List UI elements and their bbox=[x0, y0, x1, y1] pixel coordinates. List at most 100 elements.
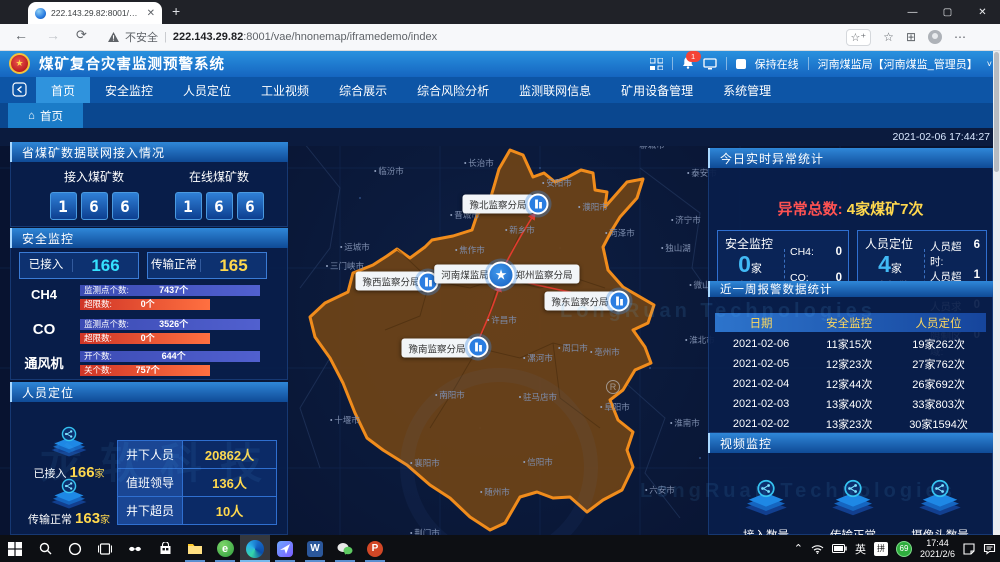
chevron-down-icon[interactable]: ˅ bbox=[987, 59, 992, 69]
keep-online-checkbox[interactable] bbox=[736, 59, 746, 69]
taskbar-word-icon[interactable]: W bbox=[300, 535, 330, 562]
city-label: 亳州市 bbox=[590, 346, 620, 358]
qr-code-icon[interactable] bbox=[650, 58, 663, 70]
box-title: 人员定位 bbox=[865, 235, 913, 252]
collections-icon[interactable]: ⊞ bbox=[906, 30, 916, 44]
tray-expand-icon[interactable]: ⌃ bbox=[794, 542, 803, 555]
back-button[interactable]: ← bbox=[14, 27, 28, 43]
taskbar-task-view-icon[interactable] bbox=[90, 535, 120, 562]
taskbar-file-explorer-icon[interactable] bbox=[180, 535, 210, 562]
branch-marker-icon[interactable] bbox=[528, 194, 549, 215]
table-row: 井下人员20862人 bbox=[118, 441, 277, 469]
row-value: 10人 bbox=[183, 497, 277, 525]
battery-icon[interactable] bbox=[832, 544, 847, 553]
nav-item-综合展示[interactable]: 综合展示 bbox=[324, 77, 402, 103]
city-label: 淮南市 bbox=[670, 417, 700, 429]
browser-tab[interactable]: 222.143.29.82:8001/vae/hnonem ✕ bbox=[28, 2, 162, 24]
week-cell: 2021-02-05 bbox=[715, 358, 807, 370]
taskbar-cortana-icon[interactable] bbox=[60, 535, 90, 562]
week-cell: 13家40次 bbox=[807, 396, 891, 412]
taskbar-stream-app-icon[interactable] bbox=[270, 535, 300, 562]
not-secure-icon bbox=[108, 32, 119, 42]
notification-center-icon[interactable] bbox=[983, 543, 996, 555]
week-col-header: 日期 bbox=[715, 315, 807, 331]
tab-title: 222.143.29.82:8001/vae/hnonem bbox=[51, 8, 142, 18]
taskbar-wechat-icon[interactable] bbox=[330, 535, 360, 562]
week-col-header: 人员定位 bbox=[891, 315, 986, 331]
more-menu-icon[interactable]: ⋯ bbox=[954, 30, 966, 44]
notification-bell-icon[interactable]: 1 bbox=[682, 56, 694, 72]
window-close-button[interactable]: ✕ bbox=[965, 0, 1000, 24]
stat-bar-CO-0: 监测点个数:3526个 bbox=[80, 319, 260, 330]
counter-digit: 6 bbox=[81, 192, 108, 220]
city-label: 运城市 bbox=[340, 241, 370, 253]
new-tab-button[interactable]: + bbox=[172, 3, 180, 19]
week-cell: 12家44次 bbox=[807, 376, 891, 392]
branch-marker-icon[interactable] bbox=[609, 291, 630, 312]
stat-label: 已接入 bbox=[20, 259, 73, 272]
counter-digit: 1 bbox=[175, 192, 202, 220]
profile-avatar[interactable] bbox=[928, 30, 942, 44]
user-label[interactable]: 河南煤监局【河南煤监_管理员】 bbox=[818, 56, 978, 72]
week-cell: 19家262次 bbox=[891, 336, 986, 352]
window-minimize-button[interactable]: — bbox=[895, 0, 930, 24]
city-label: 济宁市 bbox=[671, 214, 701, 226]
add-favorite-icon[interactable]: ☆⁺ bbox=[846, 29, 872, 46]
taskbar-clock[interactable]: 17:442021/2/6 bbox=[920, 538, 955, 560]
taskbar-store-icon[interactable] bbox=[150, 535, 180, 562]
dashboard: 临汾市长治市聊城市泰安市安阳市濮阳市济宁市菏泽市独山湖晋城市新乡市焦作市运城市三… bbox=[0, 128, 1000, 535]
city-label: 阜阳市 bbox=[600, 401, 630, 413]
nav-back-icon[interactable] bbox=[12, 82, 27, 97]
panel-today-abnormal: 今日实时异常统计 异常总数: 4家煤矿7次 安全监控0家0次超限CH4:0CO:… bbox=[708, 148, 993, 281]
nav-item-首页[interactable]: 首页 bbox=[36, 77, 90, 103]
taskbar-powerpoint-icon[interactable]: P bbox=[360, 535, 390, 562]
wifi-icon[interactable] bbox=[811, 544, 824, 554]
nav-item-矿用设备管理[interactable]: 矿用设备管理 bbox=[606, 77, 708, 103]
stat-bar-通风机-0: 开个数:644个 bbox=[80, 351, 260, 362]
week-table-header: 日期安全监控人员定位 bbox=[715, 313, 986, 332]
forward-button[interactable]: → bbox=[46, 27, 60, 43]
nav-item-安全监控[interactable]: 安全监控 bbox=[90, 77, 168, 103]
monitor-icon[interactable] bbox=[703, 58, 717, 70]
scrollbar-thumb[interactable] bbox=[994, 52, 999, 172]
counter-digit: 6 bbox=[237, 192, 264, 220]
video-stat-2: 摄像头数量1579路 bbox=[897, 479, 983, 535]
counter-digit: 1 bbox=[50, 192, 77, 220]
nav-item-工业视频[interactable]: 工业视频 bbox=[246, 77, 324, 103]
window-maximize-button[interactable]: ▢ bbox=[930, 0, 965, 24]
page-tab-bar: ⌂ 首页 bbox=[0, 103, 1000, 128]
browser-tabstrip: 222.143.29.82:8001/vae/hnonem ✕ + — ▢ ✕ bbox=[0, 0, 1000, 24]
week-row: 2021-02-0313家40次33家803次 bbox=[715, 394, 986, 414]
city-label: 南阳市 bbox=[435, 389, 465, 401]
taskbar-search-icon[interactable] bbox=[30, 535, 60, 562]
ime-icon[interactable]: 拼 bbox=[874, 542, 888, 556]
tab-close-icon[interactable]: ✕ bbox=[147, 8, 155, 19]
favorites-icon[interactable]: ☆ bbox=[883, 30, 894, 44]
taskbar-green-browser-icon[interactable]: e bbox=[210, 535, 240, 562]
tab-home[interactable]: ⌂ 首页 bbox=[8, 103, 83, 128]
nav-item-综合风险分析[interactable]: 综合风险分析 bbox=[402, 77, 504, 103]
week-cell: 2021-02-02 bbox=[715, 418, 807, 430]
marker-label: 豫南监察分局 bbox=[401, 339, 472, 358]
table-row: 值班领导136人 bbox=[118, 469, 277, 497]
taskbar-start-icon[interactable] bbox=[0, 535, 30, 562]
address-bar[interactable]: 不安全 | 222.143.29.82:8001/vae/hnonemap/if… bbox=[108, 24, 437, 50]
branch-marker-icon[interactable] bbox=[468, 337, 489, 358]
nav-item-人员定位[interactable]: 人员定位 bbox=[168, 77, 246, 103]
tray-badge-69[interactable]: 69 bbox=[896, 541, 912, 557]
row-label: 值班领导 bbox=[118, 469, 183, 497]
nav-item-监测联网信息[interactable]: 监测联网信息 bbox=[504, 77, 606, 103]
nav-item-系统管理[interactable]: 系统管理 bbox=[708, 77, 786, 103]
sticky-note-icon[interactable] bbox=[963, 543, 975, 555]
week-cell: 13家23次 bbox=[807, 416, 891, 432]
refresh-button[interactable]: ⟳ bbox=[76, 27, 87, 43]
taskbar-pinwheel-app-icon[interactable] bbox=[120, 535, 150, 562]
panel-title: 省煤矿数据联网接入情况 bbox=[10, 142, 288, 162]
hq-star-marker-icon[interactable]: ★ bbox=[488, 262, 515, 289]
taskbar-edge-icon[interactable] bbox=[240, 535, 270, 562]
week-cell: 2021-02-06 bbox=[715, 338, 807, 350]
language-indicator[interactable]: 英 bbox=[855, 541, 866, 557]
panel-video-monitor: 视频监控 接入数量166家传输正常165家摄像头数量1579路 bbox=[708, 433, 993, 535]
page-scrollbar[interactable] bbox=[993, 50, 1000, 535]
stat-bar-通风机-1: 关个数:757个 bbox=[80, 365, 210, 376]
